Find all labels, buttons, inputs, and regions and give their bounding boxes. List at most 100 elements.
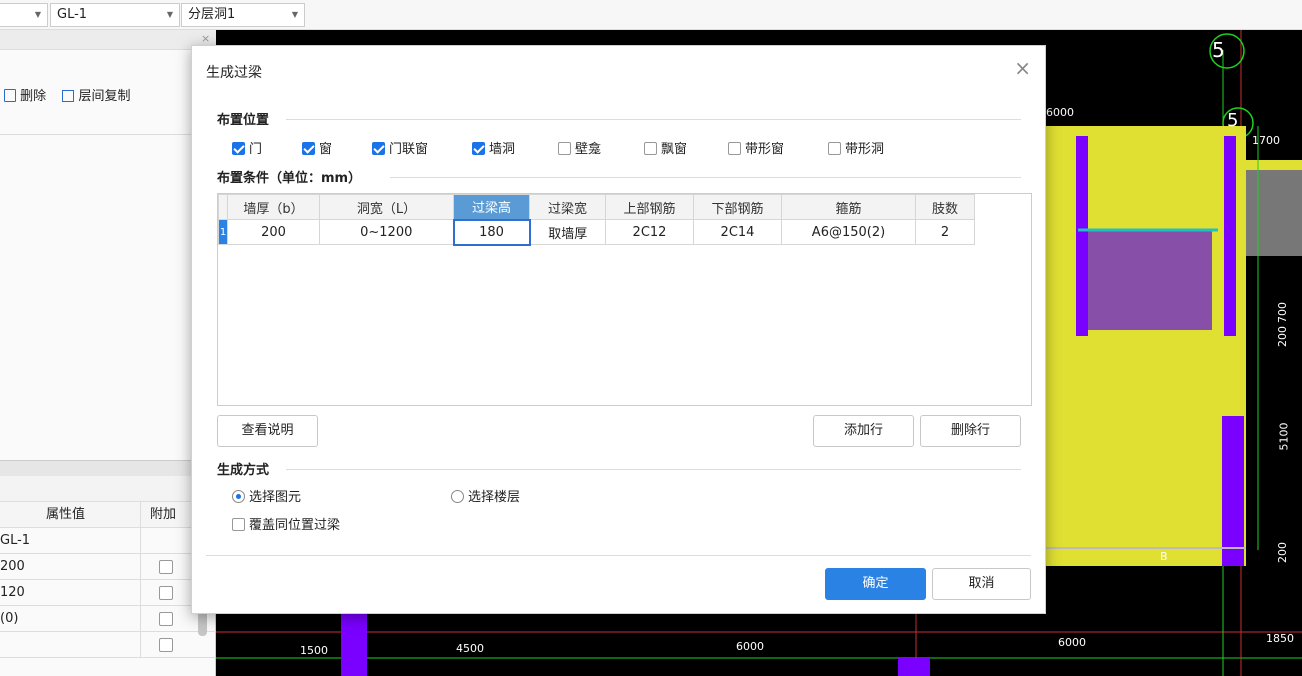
prop-tabbar xyxy=(0,476,216,502)
floor-copy-button[interactable]: 层间复制 xyxy=(78,89,130,104)
add-row-button[interactable]: 添加行 xyxy=(813,415,914,447)
checkbox-strip-hole[interactable]: 带形洞 xyxy=(828,138,884,157)
table-cell[interactable]: 2 xyxy=(915,219,975,245)
component-combo[interactable]: GL-1 ▼ xyxy=(50,3,180,27)
prop-row[interactable]: 200 xyxy=(0,554,216,580)
radio-icon[interactable] xyxy=(451,490,464,503)
radio-select-elements[interactable]: 选择图元 xyxy=(232,486,301,505)
checkbox-door[interactable]: 门 xyxy=(232,138,262,157)
trash-icon[interactable] xyxy=(4,89,16,102)
dim-label: 200 xyxy=(1276,326,1289,347)
col-header[interactable]: 肢数 xyxy=(915,194,975,220)
checkbox-icon[interactable] xyxy=(644,142,657,155)
close-icon[interactable]: × xyxy=(1014,56,1031,80)
table-cell[interactable]: 2C12 xyxy=(605,219,694,245)
prop-row[interactable] xyxy=(0,632,216,658)
dim-label: 6000 xyxy=(1046,106,1074,119)
panel-close-icon[interactable]: × xyxy=(201,32,210,45)
panel-header xyxy=(0,30,216,50)
divider xyxy=(0,134,216,135)
col-header[interactable]: 箍筋 xyxy=(781,194,916,220)
checkbox-bay-window[interactable]: 飘窗 xyxy=(644,138,687,157)
dim-label: 5100 xyxy=(1277,422,1291,451)
conditions-table: 墙厚（b） 洞宽（L） 过梁高 过梁宽 上部钢筋 下部钢筋 箍筋 肢数 1 20… xyxy=(218,194,975,246)
table-cell[interactable]: 200 xyxy=(227,219,320,245)
chevron-down-icon: ▼ xyxy=(34,10,41,19)
checkbox-door-window[interactable]: 门联窗 xyxy=(372,138,428,157)
prop-extra-checkbox[interactable] xyxy=(159,612,173,626)
axis-label: 5 xyxy=(1227,110,1239,131)
checkbox-niche[interactable]: 壁龛 xyxy=(558,138,601,157)
prop-extra-checkbox[interactable] xyxy=(159,560,173,574)
col-header[interactable]: 下部钢筋 xyxy=(693,194,782,220)
section-conditions-title: 布置条件（单位：mm） xyxy=(217,171,362,186)
prop-value-header: 属性值 xyxy=(46,507,86,522)
type-combo[interactable]: ▼ xyxy=(0,3,48,27)
checkbox-icon[interactable] xyxy=(232,518,245,531)
dim-label: 200 xyxy=(1276,542,1289,563)
left-panel: × 删除 层间复制 属性值 附加 GL-1 200 120 (0) xyxy=(0,30,216,676)
radio-icon[interactable] xyxy=(232,490,245,503)
checkbox-icon[interactable] xyxy=(232,142,245,155)
cancel-button[interactable]: 取消 xyxy=(932,568,1031,600)
col-header[interactable]: 洞宽（L） xyxy=(319,194,454,220)
prop-row[interactable]: GL-1 xyxy=(0,528,216,554)
table-cell[interactable]: 取墙厚 xyxy=(529,219,606,245)
checkbox-icon[interactable] xyxy=(372,142,385,155)
col-header[interactable]: 过梁宽 xyxy=(529,194,606,220)
prop-value[interactable]: GL-1 xyxy=(0,528,30,554)
prop-extra-checkbox[interactable] xyxy=(159,586,173,600)
dim-label: B xyxy=(1160,550,1168,563)
table-cell-selected[interactable]: 180 xyxy=(452,218,531,246)
splitter[interactable] xyxy=(0,460,216,476)
prop-extra-checkbox[interactable] xyxy=(159,638,173,652)
copy-icon[interactable] xyxy=(62,90,75,102)
prop-value[interactable]: 200 xyxy=(0,554,25,580)
table-cell[interactable]: A6@150(2) xyxy=(781,219,916,245)
generate-lintel-dialog: 生成过梁 × 布置位置 门 窗 门联窗 墙洞 壁龛 飘窗 带形窗 带形洞 布置条… xyxy=(191,45,1046,614)
checkbox-wall-hole[interactable]: 墙洞 xyxy=(472,138,515,157)
radio-select-floor[interactable]: 选择楼层 xyxy=(451,486,520,505)
table-cell[interactable]: 0~1200 xyxy=(319,219,454,245)
conditions-grid[interactable]: 墙厚（b） 洞宽（L） 过梁高 过梁宽 上部钢筋 下部钢筋 箍筋 肢数 1 20… xyxy=(217,193,1032,406)
dim-label: 1500 xyxy=(300,644,328,657)
table-cell[interactable]: 2C14 xyxy=(693,219,782,245)
ok-button[interactable]: 确定 xyxy=(825,568,926,600)
checkbox-icon[interactable] xyxy=(828,142,841,155)
checkbox-icon[interactable] xyxy=(558,142,571,155)
chevron-down-icon: ▼ xyxy=(166,10,173,19)
checkbox-window[interactable]: 窗 xyxy=(302,138,332,157)
left-toolbar: 删除 层间复制 xyxy=(4,85,130,104)
layer-combo[interactable]: 分层洞1 ▼ xyxy=(181,3,305,27)
checkbox-strip-window[interactable]: 带形窗 xyxy=(728,138,784,157)
prop-header-row: 属性值 附加 xyxy=(0,502,216,528)
col-header[interactable]: 上部钢筋 xyxy=(605,194,694,220)
dim-label: 6000 xyxy=(1058,636,1086,649)
col-header[interactable]: 墙厚（b） xyxy=(227,194,320,220)
prop-extra-header: 附加 xyxy=(150,507,177,522)
dim-label: 1700 xyxy=(1252,134,1280,147)
prop-row[interactable]: 120 xyxy=(0,580,216,606)
delete-row-button[interactable]: 删除行 xyxy=(920,415,1021,447)
chevron-down-icon: ▼ xyxy=(291,10,298,19)
dim-label: 4500 xyxy=(456,642,484,655)
view-description-button[interactable]: 查看说明 xyxy=(217,415,318,447)
prop-value[interactable]: (0) xyxy=(0,606,18,632)
checkbox-icon[interactable] xyxy=(302,142,315,155)
prop-row[interactable]: (0) xyxy=(0,606,216,632)
dim-label: 700 xyxy=(1276,302,1289,323)
section-position-title: 布置位置 xyxy=(217,113,270,128)
prop-value[interactable]: 120 xyxy=(0,580,25,606)
top-toolbar: ▼ GL-1 ▼ 分层洞1 ▼ xyxy=(0,0,1302,30)
checkbox-icon[interactable] xyxy=(728,142,741,155)
dialog-title: 生成过梁 xyxy=(206,65,262,81)
section-method-title: 生成方式 xyxy=(217,463,270,478)
dim-label: 1850 xyxy=(1266,632,1294,645)
override-checkbox[interactable]: 覆盖同位置过梁 xyxy=(232,514,340,533)
row-number[interactable]: 1 xyxy=(218,219,228,245)
axis-label: 5 xyxy=(1212,38,1225,62)
table-row[interactable]: 1 200 0~1200 180 取墙厚 2C12 2C14 A6@150(2)… xyxy=(218,218,975,246)
col-header[interactable]: 过梁高 xyxy=(453,194,530,220)
delete-button[interactable]: 删除 xyxy=(20,89,46,104)
checkbox-icon[interactable] xyxy=(472,142,485,155)
